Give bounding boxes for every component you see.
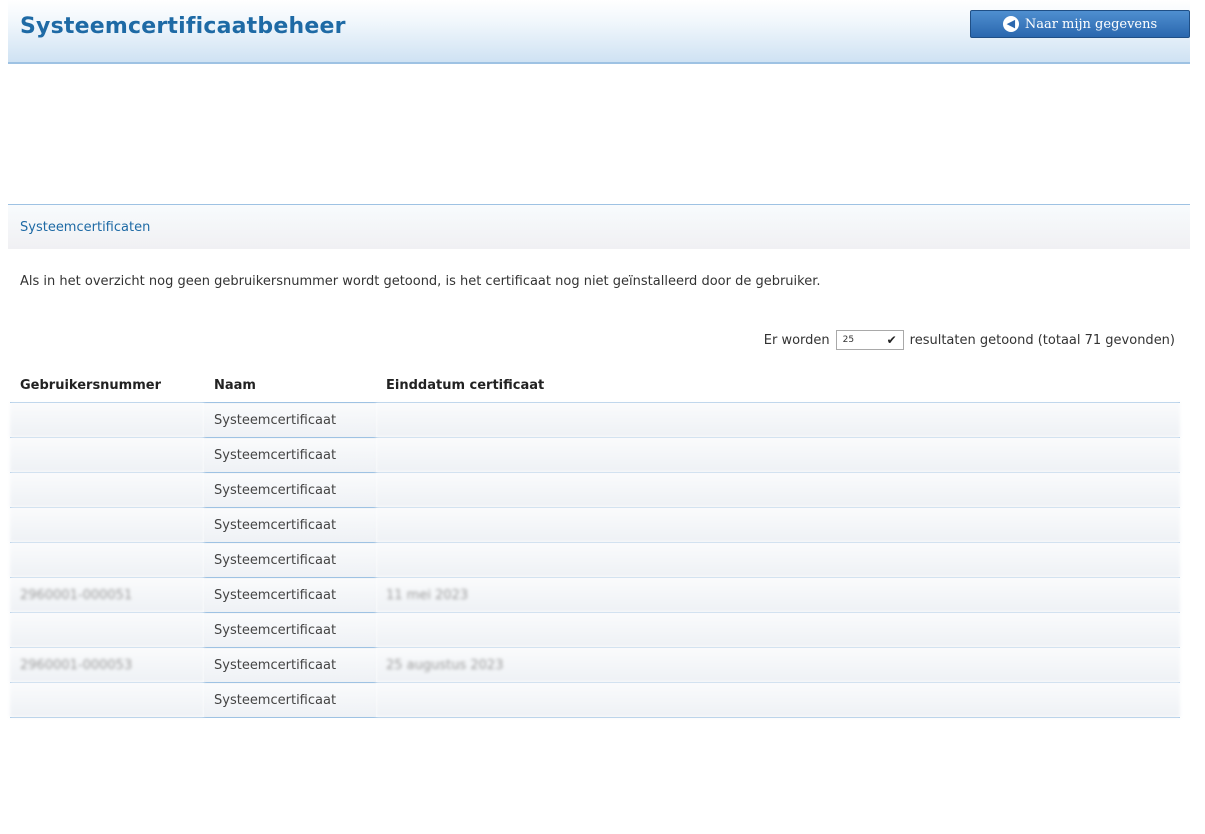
cell-user-number bbox=[10, 542, 204, 578]
certificates-table: Gebruikersnummer Naam Einddatum certific… bbox=[10, 368, 1180, 718]
column-header-user-number[interactable]: Gebruikersnummer bbox=[10, 368, 204, 403]
page-size-value: 25 bbox=[842, 335, 855, 345]
table-row[interactable]: Systeemcertificaat bbox=[10, 437, 1180, 473]
cell-end-date: 25 augustus 2023 bbox=[376, 647, 1180, 683]
cell-end-date bbox=[376, 472, 1180, 508]
cell-name: Systeemcertificaat bbox=[204, 472, 376, 508]
results-prefix: Er worden bbox=[763, 332, 830, 348]
cell-user-number bbox=[10, 472, 204, 508]
column-header-end-date[interactable]: Einddatum certificaat bbox=[376, 368, 1180, 403]
table-header-row: Gebruikersnummer Naam Einddatum certific… bbox=[10, 368, 1180, 403]
cell-name: Systeemcertificaat bbox=[204, 577, 376, 613]
cell-name: Systeemcertificaat bbox=[204, 437, 376, 473]
cell-name: Systeemcertificaat bbox=[204, 647, 376, 683]
column-header-name[interactable]: Naam bbox=[204, 368, 376, 403]
cell-name: Systeemcertificaat bbox=[204, 682, 376, 718]
cell-name: Systeemcertificaat bbox=[204, 402, 376, 438]
section-header: Systeemcertificaten bbox=[8, 204, 1190, 249]
table-row[interactable]: Systeemcertificaat bbox=[10, 507, 1180, 543]
info-text: Als in het overzicht nog geen gebruikers… bbox=[20, 274, 821, 289]
table-row[interactable]: Systeemcertificaat bbox=[10, 402, 1180, 438]
cell-end-date bbox=[376, 612, 1180, 648]
back-to-my-details-label: Naar mijn gegevens bbox=[1024, 16, 1158, 32]
table-row[interactable]: 2960001-000051 Systeemcertificaat 11 mei 2… bbox=[10, 577, 1180, 613]
cell-user-number bbox=[10, 437, 204, 473]
cell-name: Systeemcertificaat bbox=[204, 612, 376, 648]
cell-user-number bbox=[10, 682, 204, 718]
page-title: Systeemcertificaatbeheer bbox=[20, 14, 346, 39]
table-row[interactable]: Systeemcertificaat bbox=[10, 472, 1180, 508]
cell-user-number bbox=[10, 507, 204, 543]
cell-name: Systeemcertificaat bbox=[204, 507, 376, 543]
cell-end-date bbox=[376, 507, 1180, 543]
results-summary: Er worden 25 ✔ resultaten getoond (totaa… bbox=[764, 330, 1175, 350]
cell-user-number: 2960001-000053 bbox=[10, 647, 204, 683]
cell-end-date bbox=[376, 437, 1180, 473]
arrow-left-icon: ◀ bbox=[1002, 16, 1019, 32]
table-row[interactable]: Systeemcertificaat bbox=[10, 542, 1180, 578]
cell-name: Systeemcertificaat bbox=[204, 542, 376, 578]
results-suffix: resultaten getoond (totaal 71 gevonden) bbox=[909, 332, 1175, 348]
table-row[interactable]: Systeemcertificaat bbox=[10, 682, 1180, 718]
page-size-select[interactable]: 25 ✔ bbox=[835, 330, 904, 350]
page-header: Systeemcertificaatbeheer ◀ Naar mijn geg… bbox=[8, 0, 1190, 64]
back-to-my-details-button[interactable]: ◀ Naar mijn gegevens bbox=[970, 10, 1190, 38]
cell-end-date bbox=[376, 682, 1180, 718]
cell-user-number bbox=[10, 402, 204, 438]
cell-user-number bbox=[10, 612, 204, 648]
table-row[interactable]: Systeemcertificaat bbox=[10, 612, 1180, 648]
cell-end-date bbox=[376, 542, 1180, 578]
table-row[interactable]: 2960001-000053 Systeemcertificaat 25 augus… bbox=[10, 647, 1180, 683]
section-title: Systeemcertificaten bbox=[20, 220, 151, 235]
cell-end-date: 11 mei 2023 bbox=[376, 577, 1180, 613]
cell-end-date bbox=[376, 402, 1180, 438]
chevron-down-icon: ✔ bbox=[886, 333, 897, 347]
cell-user-number: 2960001-000051 bbox=[10, 577, 204, 613]
